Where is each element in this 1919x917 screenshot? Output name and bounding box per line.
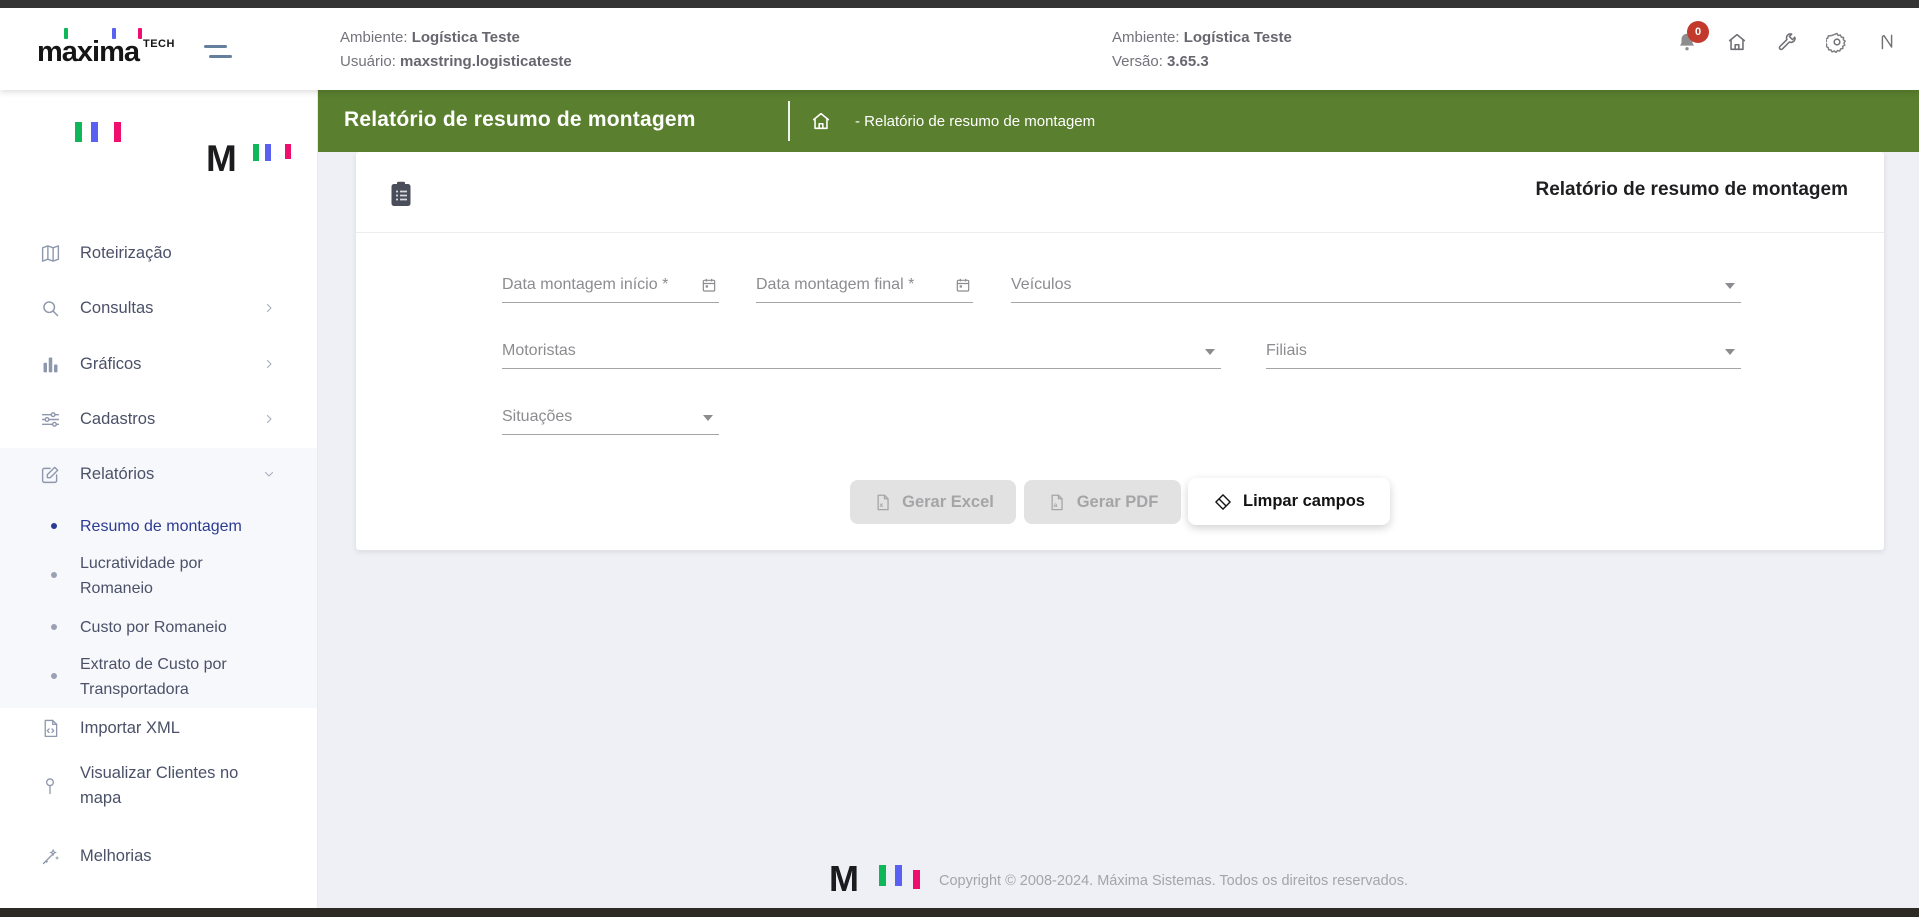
dropdown-caret-icon (1725, 349, 1735, 355)
bullet-icon (51, 523, 57, 529)
sidebar-item-melhorias[interactable]: Melhorias (0, 842, 317, 870)
notification-badge: 0 (1687, 21, 1709, 43)
notifications-bell-icon[interactable]: 0 (1675, 30, 1699, 54)
dropdown-caret-icon (1725, 283, 1735, 289)
bullet-icon (51, 572, 57, 578)
logo-suffix: TECH (143, 38, 175, 50)
sidebar-item-cadastros[interactable]: Cadastros (0, 405, 317, 433)
edit-square-icon (38, 462, 62, 486)
sidebar-subitem-custo-por-romaneio[interactable]: Custo por Romaneio (0, 615, 317, 640)
page-title-bar: Relatório de resumo de montagem - Relató… (318, 90, 1919, 152)
sidebar-subitem-extrato-de-custo[interactable]: Extrato de Custo por Transportadora (0, 652, 317, 702)
logo-tick-green (64, 28, 68, 39)
magic-wand-icon (38, 844, 62, 868)
chevron-right-icon (262, 357, 276, 371)
sidebar-item-consultas[interactable]: Consultas (0, 294, 317, 322)
settings-gear-icon[interactable] (1825, 30, 1849, 54)
chevron-right-icon (262, 412, 276, 426)
logo-wordmark: maxima (37, 36, 139, 69)
excel-file-icon: x (872, 492, 892, 512)
page-footer: M Copyright © 2008-2024. Máxima Sistemas… (318, 856, 1919, 906)
drivers-select[interactable]: Motoristas (502, 327, 1221, 369)
dropdown-caret-icon (703, 415, 713, 421)
sidebar-item-relatorios[interactable]: Relatórios (0, 460, 317, 488)
clear-fields-button[interactable]: Limpar campos (1188, 478, 1390, 525)
sidebar-item-roteirizacao[interactable]: Roteirização (0, 239, 317, 267)
calendar-icon[interactable] (701, 277, 717, 293)
bottom-strip (0, 908, 1919, 917)
generate-excel-button[interactable]: x Gerar Excel (850, 480, 1016, 524)
svg-text:x: x (879, 501, 883, 508)
sidebar-item-visualizar-clientes-no-mapa[interactable]: Visualizar Clientes no mapa (0, 755, 317, 817)
sidebar-nav: M Roteirização Consultas (0, 90, 318, 908)
ambiente-value: Logística Teste (412, 29, 520, 46)
bullet-icon (51, 624, 57, 630)
home-icon[interactable] (1725, 30, 1749, 54)
pdf-file-icon: a (1047, 492, 1067, 512)
sidebar-item-importar-xml[interactable]: Importar XML (0, 714, 317, 742)
dropdown-caret-icon (1205, 349, 1215, 355)
search-icon (38, 296, 62, 320)
breadcrumb-home-icon[interactable] (810, 110, 832, 132)
file-xml-icon (38, 716, 62, 740)
page-title: Relatório de resumo de montagem (344, 108, 696, 132)
footer-m-logo: M (829, 860, 927, 902)
vehicles-select[interactable]: Veículos (1011, 261, 1741, 303)
ambiente-label-2: Ambiente: (1112, 29, 1180, 46)
breadcrumb: - Relatório de resumo de montagem (855, 113, 1095, 130)
usuario-label: Usuário: (340, 53, 396, 70)
main-content: Relatório de resumo de montagem Data mon… (318, 152, 1919, 908)
date-end-field[interactable]: Data montagem final * (756, 261, 973, 303)
usuario-value: maxstring.logisticateste (400, 53, 572, 70)
generate-pdf-button[interactable]: a Gerar PDF (1024, 480, 1181, 524)
ambiente-value-2: Logística Teste (1184, 29, 1292, 46)
card-title: Relatório de resumo de montagem (1535, 179, 1848, 201)
bullet-icon (51, 673, 57, 679)
top-strip (0, 0, 1919, 8)
sidebar-subitem-resumo-de-montagem[interactable]: Resumo de montagem (0, 514, 317, 539)
sidebar-subitem-lucratividade-por-romaneio[interactable]: Lucratividade por Romaneio (0, 551, 317, 601)
ambiente-label: Ambiente: (340, 29, 408, 46)
situations-select[interactable]: Situações (502, 393, 719, 435)
sidebar-item-graficos[interactable]: Gráficos (0, 350, 317, 378)
date-start-field[interactable]: Data montagem início * (502, 261, 719, 303)
chevron-right-icon (262, 301, 276, 315)
logo-tick-pink (138, 28, 142, 39)
eraser-icon (1213, 492, 1233, 512)
chevron-down-icon (262, 467, 276, 481)
copyright-text: Copyright © 2008-2024. Máxima Sistemas. … (939, 873, 1408, 889)
titlebar-divider (788, 101, 790, 141)
logo-tick-blue (112, 28, 116, 39)
card-header: Relatório de resumo de montagem (356, 152, 1884, 233)
wrench-icon[interactable] (1775, 30, 1799, 54)
branches-select[interactable]: Filiais (1266, 327, 1741, 369)
map-pin-icon (38, 774, 62, 798)
environment-user-info: Ambiente: Logística Teste Usuário: maxst… (340, 26, 572, 74)
calendar-icon[interactable] (955, 277, 971, 293)
sidebar-m-logo: M (206, 142, 306, 182)
map-icon (38, 241, 62, 265)
menu-toggle-icon[interactable] (204, 44, 234, 60)
environment-version-info: Ambiente: Logística Teste Versão: 3.65.3 (1112, 26, 1292, 74)
exit-n-icon[interactable] (1875, 30, 1899, 54)
svg-text:a: a (1054, 501, 1058, 508)
versao-label: Versão: (1112, 53, 1163, 70)
clipboard-icon (390, 181, 412, 207)
app-header: maxima TECH Ambiente: Logística Teste Us… (0, 8, 1919, 90)
versao-value: 3.65.3 (1167, 53, 1209, 70)
header-icon-bar: 0 (1675, 22, 1899, 62)
report-filter-card: Relatório de resumo de montagem Data mon… (356, 152, 1884, 550)
sliders-icon (38, 407, 62, 431)
app-root: maxima TECH Ambiente: Logística Teste Us… (0, 0, 1919, 917)
bar-chart-icon (38, 352, 62, 376)
